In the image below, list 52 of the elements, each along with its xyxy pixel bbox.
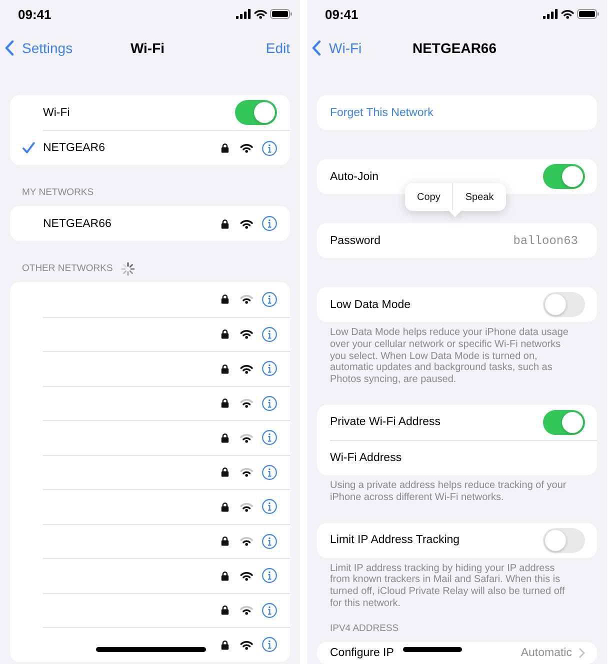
redaction-bar: [403, 647, 462, 652]
chevron-left-icon: [312, 40, 321, 56]
info-icon[interactable]: [262, 292, 277, 307]
wifi-icon: [254, 9, 267, 19]
chevron-left-icon: [5, 40, 14, 56]
row-label: Wi-Fi Address: [330, 450, 402, 465]
footer-note: Using a private address helps reduce tracking of your iPhone across different Wi-Fi networks.: [329, 478, 568, 504]
row-label: Limit IP Address Tracking: [330, 533, 460, 548]
info-icon[interactable]: [262, 361, 277, 376]
toggle-switch[interactable]: [543, 164, 585, 189]
section-header: MY NETWORKS: [22, 187, 94, 199]
info-icon[interactable]: [262, 140, 277, 156]
toggle-switch[interactable]: [543, 528, 585, 553]
info-icon[interactable]: [262, 534, 277, 549]
network-name[interactable]: NETGEAR6: [43, 141, 105, 155]
row-label: Password: [330, 234, 380, 248]
info-icon[interactable]: [262, 216, 277, 231]
toggle-switch[interactable]: [543, 292, 585, 317]
wifi-icon: [560, 9, 574, 19]
row-value: Automatic: [520, 646, 572, 660]
cellular-signal-icon: [542, 9, 558, 19]
menu-item[interactable]: Copy: [405, 183, 452, 211]
toggle-switch[interactable]: [543, 410, 585, 435]
row-label: Wi-Fi: [43, 106, 70, 120]
info-icon[interactable]: [262, 568, 277, 584]
info-icon[interactable]: [262, 499, 277, 514]
info-icon[interactable]: [262, 602, 277, 618]
cellular-signal-icon: [236, 9, 251, 19]
battery-icon: [577, 9, 599, 19]
info-icon[interactable]: [262, 396, 277, 411]
nav-title: Wi-Fi: [130, 40, 165, 56]
footer-note: Low Data Mode helps reduce your iPhone data usage over your cellular network or specific Wi-Fi networks you select. When Low Data Mode is turned on, automatic updates and background tasks, such as Photos syncing, are paused.: [329, 326, 570, 386]
section-header: IPV4 ADDRESS: [330, 622, 399, 635]
battery-icon: [270, 9, 292, 19]
nav-title: NETGEAR66: [412, 40, 497, 56]
action-button[interactable]: Forget This Network: [330, 106, 434, 120]
status-time: 09:41: [325, 6, 358, 22]
network-name[interactable]: NETGEAR66: [43, 216, 112, 230]
row-label: Private Wi-Fi Address: [330, 415, 441, 430]
section-header: OTHER NETWORKS: [22, 263, 113, 275]
info-icon[interactable]: [262, 430, 277, 446]
row-label: Low Data Mode: [330, 298, 411, 312]
footer-note: Limit IP address tracking by hiding your IP address from known trackers in Mail and Safari. When this is turned off, iCloud Private Relay will also be turned off for this network.: [329, 562, 566, 610]
info-icon[interactable]: [262, 637, 277, 652]
toggle-switch[interactable]: [235, 100, 277, 125]
chevron-right-icon: [579, 648, 585, 658]
status-time: 09:41: [18, 6, 52, 22]
row-label[interactable]: Configure IP: [330, 646, 394, 660]
info-icon[interactable]: [262, 326, 277, 342]
info-icon[interactable]: [262, 464, 277, 480]
password-value: balloon63: [513, 234, 578, 248]
row-label: Auto-Join: [330, 170, 379, 184]
